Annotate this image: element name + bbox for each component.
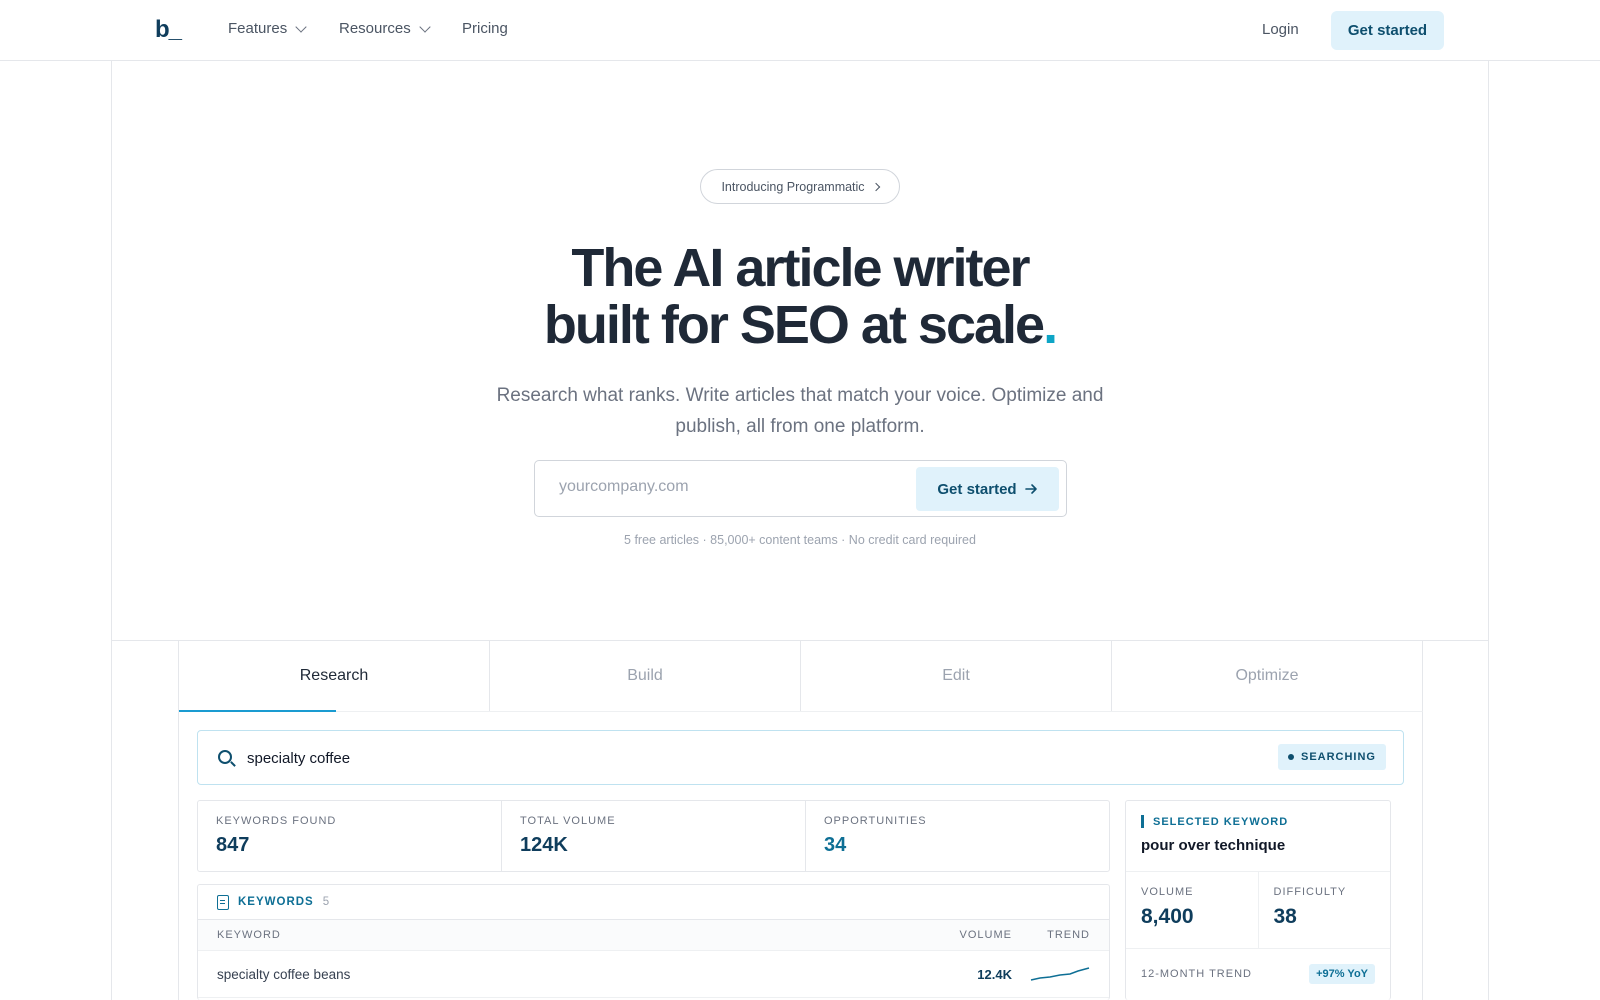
keywords-count: 5 <box>322 896 330 908</box>
headline-line-1: The AI article writer <box>571 238 1030 298</box>
selected-keyword-label-row: SELECTED KEYWORD <box>1141 815 1375 828</box>
keyword-search-bar[interactable]: specialty coffee SEARCHING <box>197 730 1404 785</box>
status-text: SEARCHING <box>1300 751 1376 763</box>
stat-opportunities: OPPORTUNITIES 34 <box>806 801 1109 871</box>
announcement-text: Introducing Programmatic <box>721 179 865 194</box>
nav-get-started-button[interactable]: Get started <box>1331 11 1444 50</box>
top-nav: b_ Features Resources Pricing Login Get … <box>0 0 1600 61</box>
trend-label: 12-MONTH TREND <box>1141 968 1252 980</box>
signup-note: 5 free articles · 85,000+ content teams … <box>624 533 976 547</box>
nav-resources[interactable]: Resources <box>339 20 431 37</box>
accent-bar <box>1141 815 1144 828</box>
stat-label: VOLUME <box>1141 886 1194 898</box>
keywords-table: KEYWORDS 5 KEYWORD VOLUME TREND specialt… <box>197 884 1110 1000</box>
status-badge: SEARCHING <box>1277 744 1386 770</box>
stat-label: OPPORTUNITIES <box>824 815 927 827</box>
stat-label: TOTAL VOLUME <box>520 815 616 827</box>
login-link[interactable]: Login <box>1262 21 1299 38</box>
hero-get-started-button[interactable]: Get started <box>916 467 1059 511</box>
hero-headline: The AI article writer built for SEO at s… <box>0 240 1600 354</box>
search-icon <box>218 750 232 764</box>
stats-row: KEYWORDS FOUND 847 TOTAL VOLUME 124K OPP… <box>197 800 1110 872</box>
logo[interactable]: b_ <box>155 16 182 44</box>
table-header: KEYWORD VOLUME TREND <box>198 920 1109 951</box>
hero-get-started-label: Get started <box>937 480 1017 498</box>
arrow-right-icon <box>1024 484 1037 494</box>
chevron-down-icon <box>419 20 431 33</box>
tab-research[interactable]: Research <box>179 641 490 712</box>
announcement-pill[interactable]: Introducing Programmatic <box>700 169 900 204</box>
column-keyword: KEYWORD <box>217 929 281 941</box>
stat-label: DIFFICULTY <box>1273 886 1347 898</box>
nav-features-label: Features <box>228 20 288 37</box>
tab-build[interactable]: Build <box>490 641 801 711</box>
nav-resources-label: Resources <box>339 20 411 37</box>
row-volume: 12.4K <box>977 966 1012 982</box>
tab-optimize[interactable]: Optimize <box>1112 641 1422 711</box>
hero-subheading: Research what ranks. Write articles that… <box>496 385 1104 437</box>
stat-volume: VOLUME 8,400 <box>1126 872 1259 948</box>
product-tabs: Research Build Edit Optimize <box>178 641 1423 712</box>
selected-keyword-card: SELECTED KEYWORD pour over technique VOL… <box>1125 800 1391 1000</box>
selected-keyword-value: pour over technique <box>1141 837 1286 854</box>
chevron-right-icon <box>871 182 880 191</box>
stat-keywords-found: KEYWORDS FOUND 847 <box>198 801 502 871</box>
stat-label: KEYWORDS FOUND <box>216 815 337 827</box>
row-trend-sparkline <box>1012 965 1090 983</box>
nav-pricing-label: Pricing <box>462 20 508 37</box>
document-icon <box>217 894 229 910</box>
nav-pricing[interactable]: Pricing <box>462 20 508 37</box>
table-row[interactable]: specialty coffee beans 12.4K <box>198 951 1109 998</box>
stat-value: 124K <box>520 834 568 856</box>
stat-total-volume: TOTAL VOLUME 124K <box>502 801 806 871</box>
row-keyword: specialty coffee beans <box>217 966 351 982</box>
stat-value: 38 <box>1273 905 1297 928</box>
selected-keyword-label: SELECTED KEYWORD <box>1153 815 1289 828</box>
stat-value: 847 <box>216 834 250 856</box>
column-volume: VOLUME <box>959 929 1012 941</box>
status-dot-icon <box>1287 754 1294 760</box>
chevron-down-icon <box>295 20 307 33</box>
column-trend: TREND <box>1047 929 1090 941</box>
search-query: specialty coffee <box>247 750 351 767</box>
selected-keyword-header: SELECTED KEYWORD pour over technique <box>1126 801 1390 872</box>
stat-value: 8,400 <box>1141 905 1194 928</box>
keywords-header: KEYWORDS 5 <box>198 885 1109 920</box>
keywords-title: KEYWORDS <box>238 896 314 908</box>
website-input[interactable] <box>559 478 899 496</box>
signup-form: Get started <box>534 460 1067 517</box>
selected-keyword-stats: VOLUME 8,400 DIFFICULTY 38 <box>1126 872 1390 949</box>
headline-dot: . <box>1043 295 1058 355</box>
headline-line-2: built for SEO at scale <box>543 295 1045 355</box>
tab-edit[interactable]: Edit <box>801 641 1112 711</box>
nav-features[interactable]: Features <box>228 20 307 37</box>
yoy-badge: +97% YoY <box>1309 964 1375 984</box>
stat-difficulty: DIFFICULTY 38 <box>1259 872 1391 948</box>
trend-row: 12-MONTH TREND +97% YoY <box>1126 949 1390 999</box>
stat-value: 34 <box>824 834 847 856</box>
